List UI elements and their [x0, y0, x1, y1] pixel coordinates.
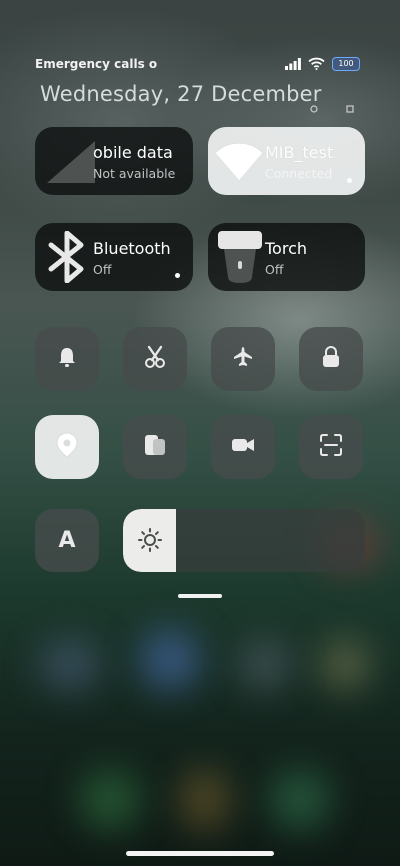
font-size-button[interactable]: A	[35, 509, 99, 572]
bell-icon	[57, 346, 77, 372]
sun-icon	[138, 528, 162, 556]
wifi-more-dot	[347, 178, 352, 183]
mobile-data-tile[interactable]: obile data Not available	[35, 127, 193, 195]
bluetooth-status: Off	[93, 262, 112, 277]
location-icon	[55, 431, 79, 463]
lock-icon	[321, 346, 341, 372]
scanner-toggle-button[interactable]	[299, 415, 363, 479]
mobile-data-icon	[43, 135, 99, 189]
wifi-tile-title: MIB_test	[265, 143, 334, 162]
screen-record-toggle-button[interactable]	[211, 415, 275, 479]
torch-title: Torch	[265, 239, 308, 258]
video-camera-icon	[231, 436, 255, 458]
brightness-slider[interactable]	[123, 509, 365, 572]
wifi-tile-icon	[214, 137, 264, 187]
scan-icon	[320, 434, 342, 460]
date-text: Wednesday, 27 December	[40, 82, 322, 106]
edit-shortcut-icon[interactable]	[346, 98, 354, 117]
bluetooth-title: Bluetooth	[93, 239, 171, 258]
airplane-icon	[233, 346, 253, 372]
wifi-tile-status: Connected	[265, 166, 333, 181]
sound-toggle-button[interactable]	[35, 327, 99, 391]
flashlight-icon	[216, 227, 264, 291]
mobile-data-title: obile data	[93, 143, 173, 162]
wifi-tile[interactable]: MIB_test Connected	[208, 127, 365, 195]
font-size-label: A	[58, 528, 76, 553]
scissors-icon	[144, 345, 166, 373]
wifi-icon	[308, 55, 325, 74]
battery-icon: 100	[332, 57, 360, 71]
airplane-toggle-button[interactable]	[211, 327, 275, 391]
cards-icon	[144, 433, 166, 461]
signal-icon	[285, 55, 301, 74]
home-indicator[interactable]	[126, 851, 274, 856]
torch-tile[interactable]: Torch Off	[208, 223, 365, 291]
screenshot-toggle-button[interactable]	[123, 327, 187, 391]
mobile-data-status: Not available	[93, 166, 176, 181]
bluetooth-more-dot	[175, 273, 180, 278]
carrier-text: Emergency calls o	[35, 57, 158, 71]
panel-drag-handle[interactable]	[178, 594, 222, 598]
settings-shortcut-icon[interactable]	[310, 98, 318, 117]
lock-screen-toggle-button[interactable]	[299, 327, 363, 391]
location-toggle-button[interactable]	[35, 415, 99, 479]
status-bar: Emergency calls o 100	[35, 54, 360, 74]
bluetooth-tile[interactable]: Bluetooth Off	[35, 223, 193, 291]
bluetooth-icon	[47, 230, 87, 287]
cards-toggle-button[interactable]	[123, 415, 187, 479]
torch-status: Off	[265, 262, 284, 277]
